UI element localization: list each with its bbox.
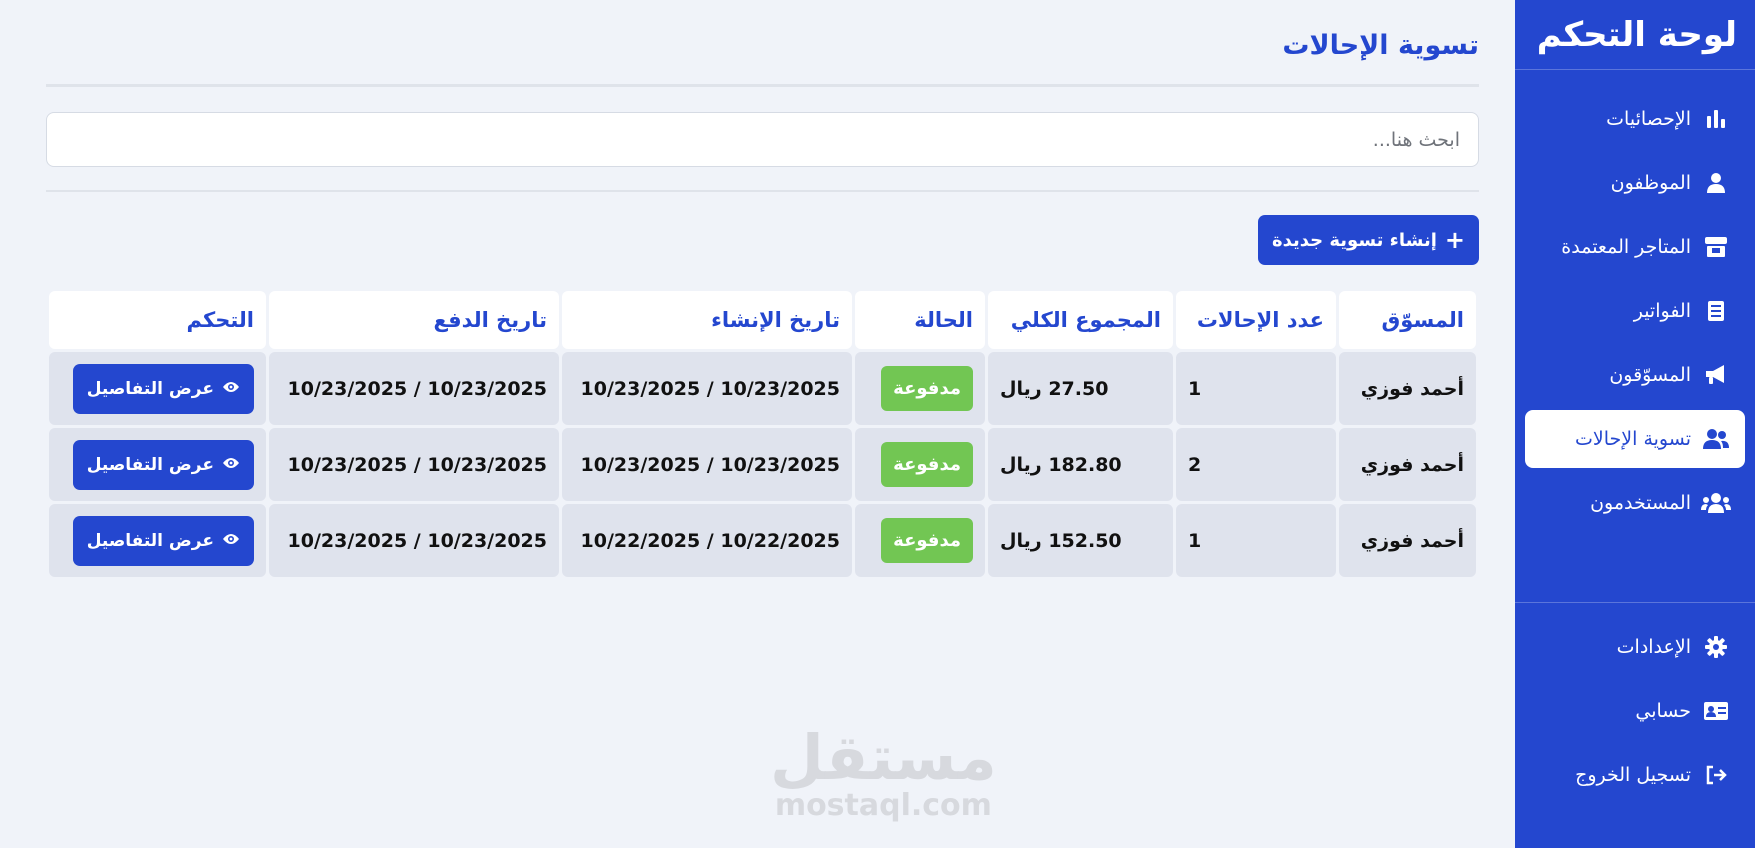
cell-actions: عرض التفاصيل (49, 504, 266, 577)
sidebar-bottom-nav: الإعدادات حسابي تسجيل الخروج (1515, 612, 1755, 804)
cell-total: 182.80 ريال (988, 428, 1173, 501)
watermark-latin: mostaql.com (774, 788, 992, 823)
table-row: أحمد فوزي 1 152.50 ريال مدفوعة 10/22/202… (49, 504, 1476, 577)
watermark-arabic: مستقل (770, 721, 997, 794)
sidebar-divider (1515, 602, 1755, 603)
cell-status: مدفوعة (855, 428, 985, 501)
id-card-icon (1701, 696, 1731, 726)
sidebar-item-label: الموظفون (1610, 172, 1691, 194)
cell-count: 1 (1176, 352, 1336, 425)
table-row: أحمد فوزي 1 27.50 ريال مدفوعة 10/23/2025… (49, 352, 1476, 425)
sidebar-item-logout[interactable]: تسجيل الخروج (1525, 746, 1745, 804)
sidebar-item-label: الفواتير (1633, 300, 1691, 322)
sidebar-title: لوحة التحكم (1515, 0, 1755, 70)
sidebar-item-label: حسابي (1635, 700, 1691, 722)
view-details-label: عرض التفاصيل (86, 530, 214, 551)
page-title: تسوية الإحالات (1282, 30, 1479, 61)
create-settlement-label: إنشاء تسوية جديدة (1271, 229, 1437, 251)
sidebar-item-users[interactable]: المستخدمون (1525, 474, 1745, 532)
cell-marketer: أحمد فوزي (1339, 504, 1476, 577)
users-icon (1701, 488, 1731, 518)
table-header-row: المسوّق عدد الإحالات المجموع الكلي الحال… (49, 291, 1476, 349)
cell-created: 10/22/2025 / 10/22/2025 (562, 504, 852, 577)
eye-icon (222, 455, 240, 475)
sidebar-item-invoices[interactable]: الفواتير (1525, 282, 1745, 340)
cell-actions: عرض التفاصيل (49, 352, 266, 425)
watermark: مستقل mostaql.com (770, 721, 997, 824)
sidebar-item-statistics[interactable]: الإحصائيات (1525, 90, 1745, 148)
user-group-icon (1701, 424, 1731, 454)
settlements-table: المسوّق عدد الإحالات المجموع الكلي الحال… (46, 288, 1479, 580)
sidebar-item-settings[interactable]: الإعدادات (1525, 618, 1745, 676)
sidebar: لوحة التحكم الإحصائيات الموظفون المتاجر … (1515, 0, 1755, 848)
sidebar-item-label: المستخدمون (1590, 492, 1691, 514)
sidebar-item-my-account[interactable]: حسابي (1525, 682, 1745, 740)
column-header: تاريخ الإنشاء (562, 291, 852, 349)
status-badge: مدفوعة (881, 518, 973, 563)
column-header: المجموع الكلي (988, 291, 1173, 349)
sidebar-item-referral-settlement[interactable]: تسوية الإحالات (1525, 410, 1745, 468)
receipt-icon (1701, 296, 1731, 326)
megaphone-icon (1701, 360, 1731, 390)
cell-marketer: أحمد فوزي (1339, 352, 1476, 425)
cell-paid: 10/23/2025 / 10/23/2025 (269, 352, 559, 425)
sidebar-item-employees[interactable]: الموظفون (1525, 154, 1745, 212)
divider (46, 84, 1479, 87)
cell-actions: عرض التفاصيل (49, 428, 266, 501)
sidebar-item-marketers[interactable]: المسوّقون (1525, 346, 1745, 404)
column-header: عدد الإحالات (1176, 291, 1336, 349)
sidebar-item-label: تسوية الإحالات (1575, 428, 1691, 450)
view-details-label: عرض التفاصيل (86, 454, 214, 475)
cell-paid: 10/23/2025 / 10/23/2025 (269, 428, 559, 501)
sidebar-item-label: المسوّقون (1609, 364, 1691, 386)
sidebar-item-label: الإحصائيات (1606, 108, 1691, 130)
cell-created: 10/23/2025 / 10/23/2025 (562, 428, 852, 501)
table-row: أحمد فوزي 2 182.80 ريال مدفوعة 10/23/202… (49, 428, 1476, 501)
eye-icon (222, 531, 240, 551)
cell-paid: 10/23/2025 / 10/23/2025 (269, 504, 559, 577)
divider (46, 190, 1479, 192)
sidebar-item-stores[interactable]: المتاجر المعتمدة (1525, 218, 1745, 276)
logout-icon (1701, 760, 1731, 790)
cell-count: 2 (1176, 428, 1336, 501)
search-input[interactable] (46, 112, 1479, 167)
sidebar-item-label: تسجيل الخروج (1575, 764, 1691, 786)
cell-status: مدفوعة (855, 504, 985, 577)
chart-bar-icon (1701, 104, 1731, 134)
sidebar-nav: الإحصائيات الموظفون المتاجر المعتمدة الف… (1515, 70, 1755, 532)
sidebar-item-label: المتاجر المعتمدة (1561, 236, 1691, 258)
cell-total: 27.50 ريال (988, 352, 1173, 425)
main-content: تسوية الإحالات + إنشاء تسوية جديدة المسو… (0, 0, 1515, 848)
view-details-button[interactable]: عرض التفاصيل (72, 515, 254, 566)
user-tie-icon (1701, 168, 1731, 198)
create-settlement-button[interactable]: + إنشاء تسوية جديدة (1257, 215, 1479, 265)
column-header: التحكم (49, 291, 266, 349)
store-icon (1701, 232, 1731, 262)
cell-marketer: أحمد فوزي (1339, 428, 1476, 501)
gear-icon (1701, 632, 1731, 662)
cell-count: 1 (1176, 504, 1336, 577)
cell-created: 10/23/2025 / 10/23/2025 (562, 352, 852, 425)
column-header: تاريخ الدفع (269, 291, 559, 349)
view-details-button[interactable]: عرض التفاصيل (72, 363, 254, 414)
view-details-button[interactable]: عرض التفاصيل (72, 439, 254, 490)
status-badge: مدفوعة (881, 442, 973, 487)
column-header: المسوّق (1339, 291, 1476, 349)
eye-icon (222, 379, 240, 399)
cell-status: مدفوعة (855, 352, 985, 425)
cell-total: 152.50 ريال (988, 504, 1173, 577)
column-header: الحالة (855, 291, 985, 349)
sidebar-item-label: الإعدادات (1616, 636, 1691, 658)
plus-icon: + (1444, 226, 1465, 254)
view-details-label: عرض التفاصيل (86, 378, 214, 399)
status-badge: مدفوعة (881, 366, 973, 411)
